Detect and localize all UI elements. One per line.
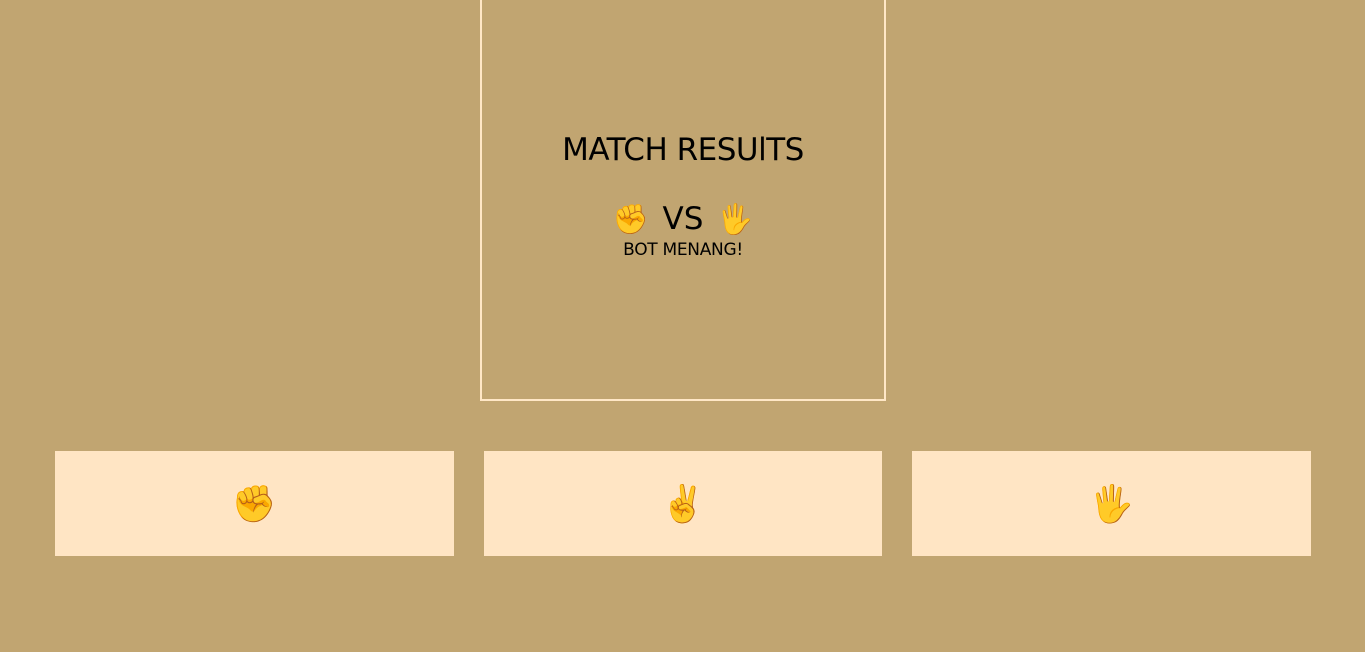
game-page: MATCH RESUlTS ✊ VS 🖐 BOT MENANG! ✊ ✌ 🖐: [0, 0, 1365, 652]
fist-icon: ✊: [231, 482, 277, 524]
match-outcome-text: BOT MENANG!: [623, 240, 743, 260]
player-choice-fist-icon: ✊: [612, 201, 649, 236]
match-results-panel: MATCH RESUlTS ✊ VS 🖐 BOT MENANG!: [480, 0, 886, 401]
raised-hand-icon: 🖐: [1089, 482, 1135, 524]
choice-buttons: ✊ ✌ 🖐: [55, 451, 1312, 556]
bot-choice-hand-icon: 🖐: [717, 201, 754, 236]
paper-button[interactable]: 🖐: [912, 451, 1312, 556]
victory-hand-icon: ✌: [660, 482, 706, 524]
match-results-title: MATCH RESUlTS: [562, 132, 804, 168]
scissors-button[interactable]: ✌: [483, 451, 883, 556]
rock-button[interactable]: ✊: [55, 451, 454, 556]
vs-label: VS: [662, 200, 704, 237]
matchup-display: ✊ VS 🖐: [482, 198, 884, 238]
